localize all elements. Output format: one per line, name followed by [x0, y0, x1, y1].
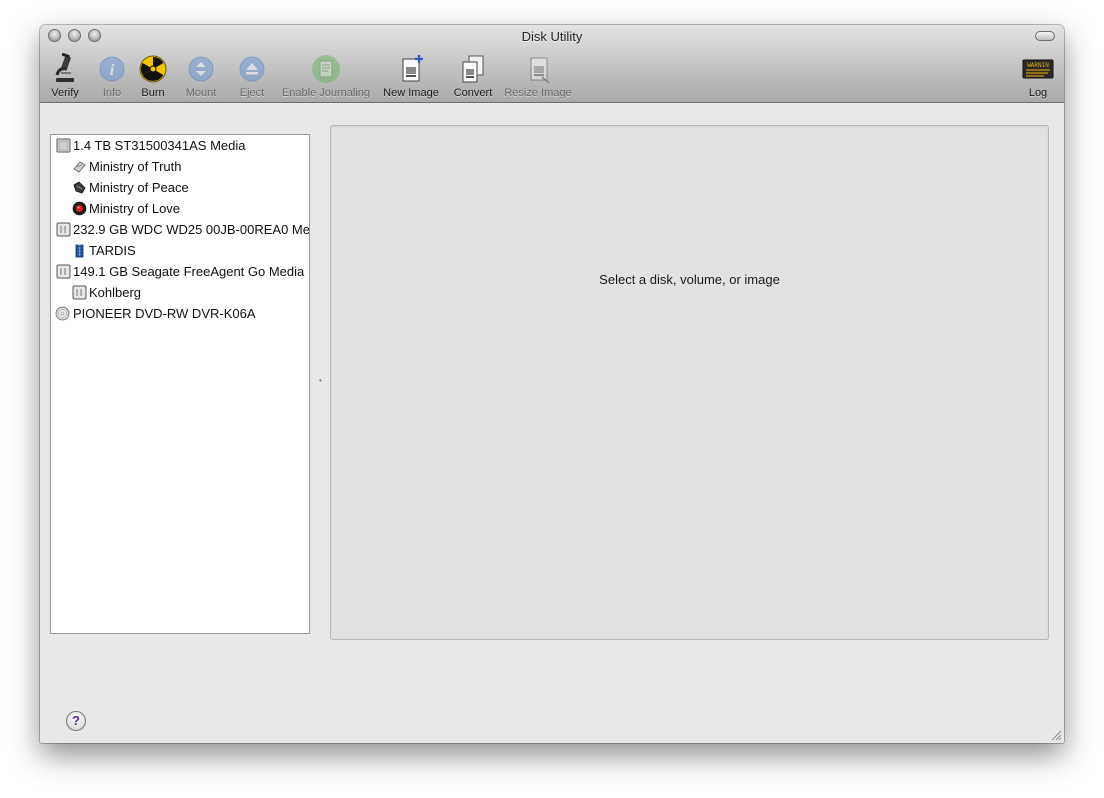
new-image-button[interactable]: New Image — [382, 53, 440, 101]
svg-text:i: i — [110, 62, 115, 79]
mount-button[interactable]: Mount — [180, 53, 222, 101]
enable-journaling-button[interactable]: Enable Journaling — [280, 53, 372, 101]
sidebar-item-pioneer-dvd[interactable]: PIONEER DVD-RW DVR-K06A — [51, 303, 309, 324]
info-icon: i — [99, 56, 125, 82]
volume-icon — [72, 201, 87, 216]
external-volume-icon — [72, 285, 87, 300]
convert-icon — [462, 55, 484, 83]
volume-icon — [73, 181, 86, 194]
console-log-icon: WARNIN — [1022, 59, 1054, 79]
sidebar-item-seagate-freeagent[interactable]: 149.1 GB Seagate FreeAgent Go Media — [51, 261, 309, 282]
radiation-icon — [139, 55, 167, 83]
verify-button[interactable]: Verify — [45, 53, 85, 101]
title-bar: Disk Utility Verify i Info Burn Mount Ej… — [40, 25, 1064, 103]
sidebar-item-ministry-of-truth[interactable]: Ministry of Truth — [51, 156, 309, 177]
volume-icon — [75, 243, 84, 258]
main-detail-panel: Select a disk, volume, or image — [330, 125, 1049, 640]
optical-drive-icon — [55, 306, 70, 321]
sidebar-item-wdc-wd25[interactable]: 232.9 GB WDC WD25 00JB-00REA0 Media — [51, 219, 309, 240]
help-button[interactable]: ? — [66, 711, 86, 731]
log-icon-warning-text: WARNIN — [1027, 62, 1049, 69]
microscope-icon — [55, 53, 74, 82]
volume-icon — [73, 161, 86, 173]
sidebar-item-ministry-of-peace[interactable]: Ministry of Peace — [51, 177, 309, 198]
eject-button[interactable]: Eject — [232, 53, 272, 101]
sidebar-item-st31500341as[interactable]: 1.4 TB ST31500341AS Media — [51, 135, 309, 156]
new-image-icon — [402, 55, 423, 82]
toolbar: Verify i Info Burn Mount Eject Enable Jo… — [40, 53, 1064, 101]
info-button[interactable]: i Info — [92, 53, 132, 101]
split-view-handle[interactable]: • — [319, 377, 325, 385]
resize-image-icon — [530, 57, 550, 84]
sidebar-item-tardis[interactable]: TARDIS — [51, 240, 309, 261]
convert-button[interactable]: Convert — [450, 53, 496, 101]
eject-icon — [239, 56, 265, 82]
external-drive-icon — [56, 264, 71, 279]
external-drive-icon — [56, 222, 71, 237]
log-button[interactable]: WARNIN Log — [1018, 53, 1058, 101]
internal-drive-icon — [56, 138, 71, 153]
disk-utility-window: Disk Utility Verify i Info Burn Mount Ej… — [40, 25, 1064, 743]
window-title: Disk Utility — [521, 29, 583, 44]
empty-state-message: Select a disk, volume, or image — [599, 272, 780, 287]
mount-icon — [188, 56, 214, 82]
toolbar-toggle-button[interactable] — [1035, 31, 1055, 41]
resize-image-button[interactable]: Resize Image — [502, 53, 574, 101]
journal-icon — [312, 55, 340, 83]
device-sidebar[interactable]: 1.4 TB ST31500341AS Media Ministry of Tr… — [50, 134, 310, 634]
sidebar-item-ministry-of-love[interactable]: Ministry of Love — [51, 198, 309, 219]
burn-button[interactable]: Burn — [133, 53, 173, 101]
sidebar-item-kohlberg[interactable]: Kohlberg — [51, 282, 309, 303]
resize-grip-icon[interactable] — [1051, 730, 1062, 741]
